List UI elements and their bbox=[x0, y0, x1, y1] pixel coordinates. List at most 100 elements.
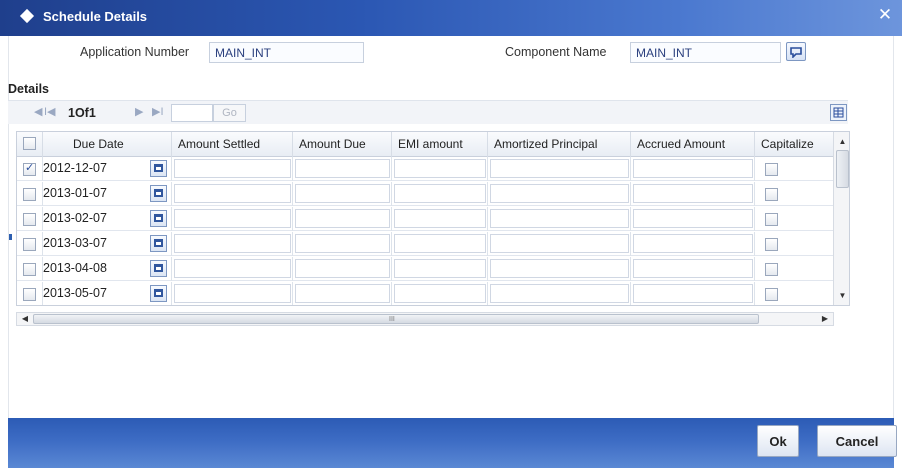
column-header-amount-due[interactable]: Amount Due bbox=[293, 132, 392, 157]
due-date-value[interactable]: 2012-12-07 bbox=[43, 161, 107, 175]
due-date-value[interactable]: 2013-01-07 bbox=[43, 186, 107, 200]
cancel-button[interactable]: Cancel bbox=[817, 425, 897, 457]
emi-amount-input[interactable] bbox=[394, 234, 486, 253]
due-date-value[interactable]: 2013-04-08 bbox=[43, 261, 107, 275]
row-select-checkbox[interactable] bbox=[23, 263, 36, 276]
capitalize-checkbox[interactable] bbox=[765, 288, 778, 301]
amortized-principal-input[interactable] bbox=[490, 209, 629, 228]
table-row[interactable]: 2013-05-07 bbox=[17, 282, 833, 305]
amortized-principal-input[interactable] bbox=[490, 284, 629, 303]
accrued-amount-input[interactable] bbox=[633, 209, 753, 228]
first-page-icon[interactable]: I◀ bbox=[44, 105, 56, 118]
page-number-input[interactable] bbox=[171, 104, 213, 122]
accrued-amount-input[interactable] bbox=[633, 184, 753, 203]
calendar-icon[interactable] bbox=[150, 210, 167, 227]
capitalize-checkbox[interactable] bbox=[765, 213, 778, 226]
capitalize-checkbox[interactable] bbox=[765, 163, 778, 176]
table-row[interactable]: 2013-03-07 bbox=[17, 232, 833, 256]
amount-due-input[interactable] bbox=[295, 159, 390, 178]
select-all-checkbox[interactable] bbox=[23, 137, 36, 150]
row-select-checkbox[interactable] bbox=[23, 161, 36, 176]
amount-cell bbox=[631, 232, 755, 256]
amount-cell bbox=[392, 232, 488, 256]
row-select-checkbox[interactable] bbox=[23, 188, 36, 201]
amount-settled-input[interactable] bbox=[174, 209, 291, 228]
amount-cell bbox=[392, 207, 488, 231]
amount-settled-input[interactable] bbox=[174, 259, 291, 278]
scroll-right-icon[interactable]: ▶ bbox=[818, 313, 832, 325]
scroll-up-icon[interactable]: ▲ bbox=[834, 134, 849, 150]
table-row[interactable]: 2013-04-08 bbox=[17, 257, 833, 281]
amortized-principal-input[interactable] bbox=[490, 159, 629, 178]
horizontal-scrollbar[interactable]: ◀ III ▶ bbox=[16, 312, 834, 326]
capitalize-checkbox[interactable] bbox=[765, 263, 778, 276]
calendar-icon[interactable] bbox=[150, 185, 167, 202]
amount-cell bbox=[488, 257, 631, 281]
amount-cell bbox=[488, 157, 631, 181]
column-header-emi-amount[interactable]: EMI amount bbox=[392, 132, 488, 157]
table-row[interactable]: 2013-02-07 bbox=[17, 207, 833, 231]
due-date-cell: 2013-04-08 bbox=[43, 257, 172, 281]
go-button[interactable]: Go bbox=[213, 104, 246, 122]
table-row[interactable]: 2013-01-07 bbox=[17, 182, 833, 206]
close-button[interactable]: ✕ bbox=[876, 4, 894, 26]
amount-settled-input[interactable] bbox=[174, 184, 291, 203]
amortized-principal-input[interactable] bbox=[490, 184, 629, 203]
accrued-amount-input[interactable] bbox=[633, 234, 753, 253]
emi-amount-input[interactable] bbox=[394, 259, 486, 278]
calendar-icon[interactable] bbox=[150, 235, 167, 252]
table-row[interactable]: 2012-12-07 bbox=[17, 157, 833, 181]
column-header-amount-settled[interactable]: Amount Settled bbox=[172, 132, 293, 157]
capitalize-checkbox[interactable] bbox=[765, 188, 778, 201]
application-number-label: Application Number bbox=[80, 45, 190, 59]
emi-amount-input[interactable] bbox=[394, 184, 486, 203]
last-page-icon[interactable]: ▶I bbox=[152, 105, 164, 118]
capitalize-checkbox[interactable] bbox=[765, 238, 778, 251]
calendar-icon[interactable] bbox=[150, 260, 167, 277]
amount-due-input[interactable] bbox=[295, 284, 390, 303]
scroll-down-icon[interactable]: ▼ bbox=[834, 288, 849, 304]
amortized-principal-input[interactable] bbox=[490, 234, 629, 253]
accrued-amount-input[interactable] bbox=[633, 159, 753, 178]
amount-due-input[interactable] bbox=[295, 209, 390, 228]
emi-amount-input[interactable] bbox=[394, 159, 486, 178]
accrued-amount-input[interactable] bbox=[633, 284, 753, 303]
row-select-checkbox[interactable] bbox=[23, 288, 36, 301]
vertical-scroll-thumb[interactable] bbox=[836, 150, 849, 188]
scroll-left-icon[interactable]: ◀ bbox=[18, 313, 32, 325]
column-header-due-date[interactable]: Due Date bbox=[43, 132, 172, 157]
amount-settled-input[interactable] bbox=[174, 159, 291, 178]
row-select-checkbox[interactable] bbox=[23, 238, 36, 251]
capitalize-cell bbox=[755, 257, 833, 281]
row-select-checkbox[interactable] bbox=[23, 213, 36, 226]
next-page-icon[interactable]: ▶ bbox=[135, 105, 143, 118]
column-menu-button[interactable] bbox=[830, 104, 847, 121]
horizontal-scroll-thumb[interactable]: III bbox=[33, 314, 759, 324]
accrued-amount-input[interactable] bbox=[633, 259, 753, 278]
column-header-accrued-amount[interactable]: Accrued Amount bbox=[631, 132, 755, 157]
amount-settled-input[interactable] bbox=[174, 284, 291, 303]
emi-amount-input[interactable] bbox=[394, 284, 486, 303]
emi-amount-input[interactable] bbox=[394, 209, 486, 228]
amount-settled-input[interactable] bbox=[174, 234, 291, 253]
column-header-capitalize[interactable]: Capitalize bbox=[755, 132, 833, 157]
application-number-input[interactable] bbox=[209, 42, 364, 63]
due-date-value[interactable]: 2013-03-07 bbox=[43, 236, 107, 250]
amount-cell bbox=[392, 182, 488, 206]
calendar-icon[interactable] bbox=[150, 160, 167, 177]
column-header-amortized-principal[interactable]: Amortized Principal bbox=[488, 132, 631, 157]
amount-due-input[interactable] bbox=[295, 259, 390, 278]
amount-due-input[interactable] bbox=[295, 184, 390, 203]
prev-page-icon[interactable]: ◀ bbox=[34, 105, 42, 118]
component-lov-button[interactable] bbox=[786, 42, 806, 61]
amortized-principal-input[interactable] bbox=[490, 259, 629, 278]
due-date-value[interactable]: 2013-05-07 bbox=[43, 286, 107, 300]
component-name-input[interactable] bbox=[630, 42, 781, 63]
ok-button[interactable]: Ok bbox=[757, 425, 799, 457]
pagination-bar: I◀ ◀ 1Of1 ▶ ▶I Go bbox=[8, 100, 848, 124]
amount-due-input[interactable] bbox=[295, 234, 390, 253]
due-date-value[interactable]: 2013-02-07 bbox=[43, 211, 107, 225]
calendar-icon[interactable] bbox=[150, 285, 167, 302]
amount-cell bbox=[392, 282, 488, 305]
vertical-scrollbar[interactable]: ▲ ▼ bbox=[833, 132, 849, 305]
